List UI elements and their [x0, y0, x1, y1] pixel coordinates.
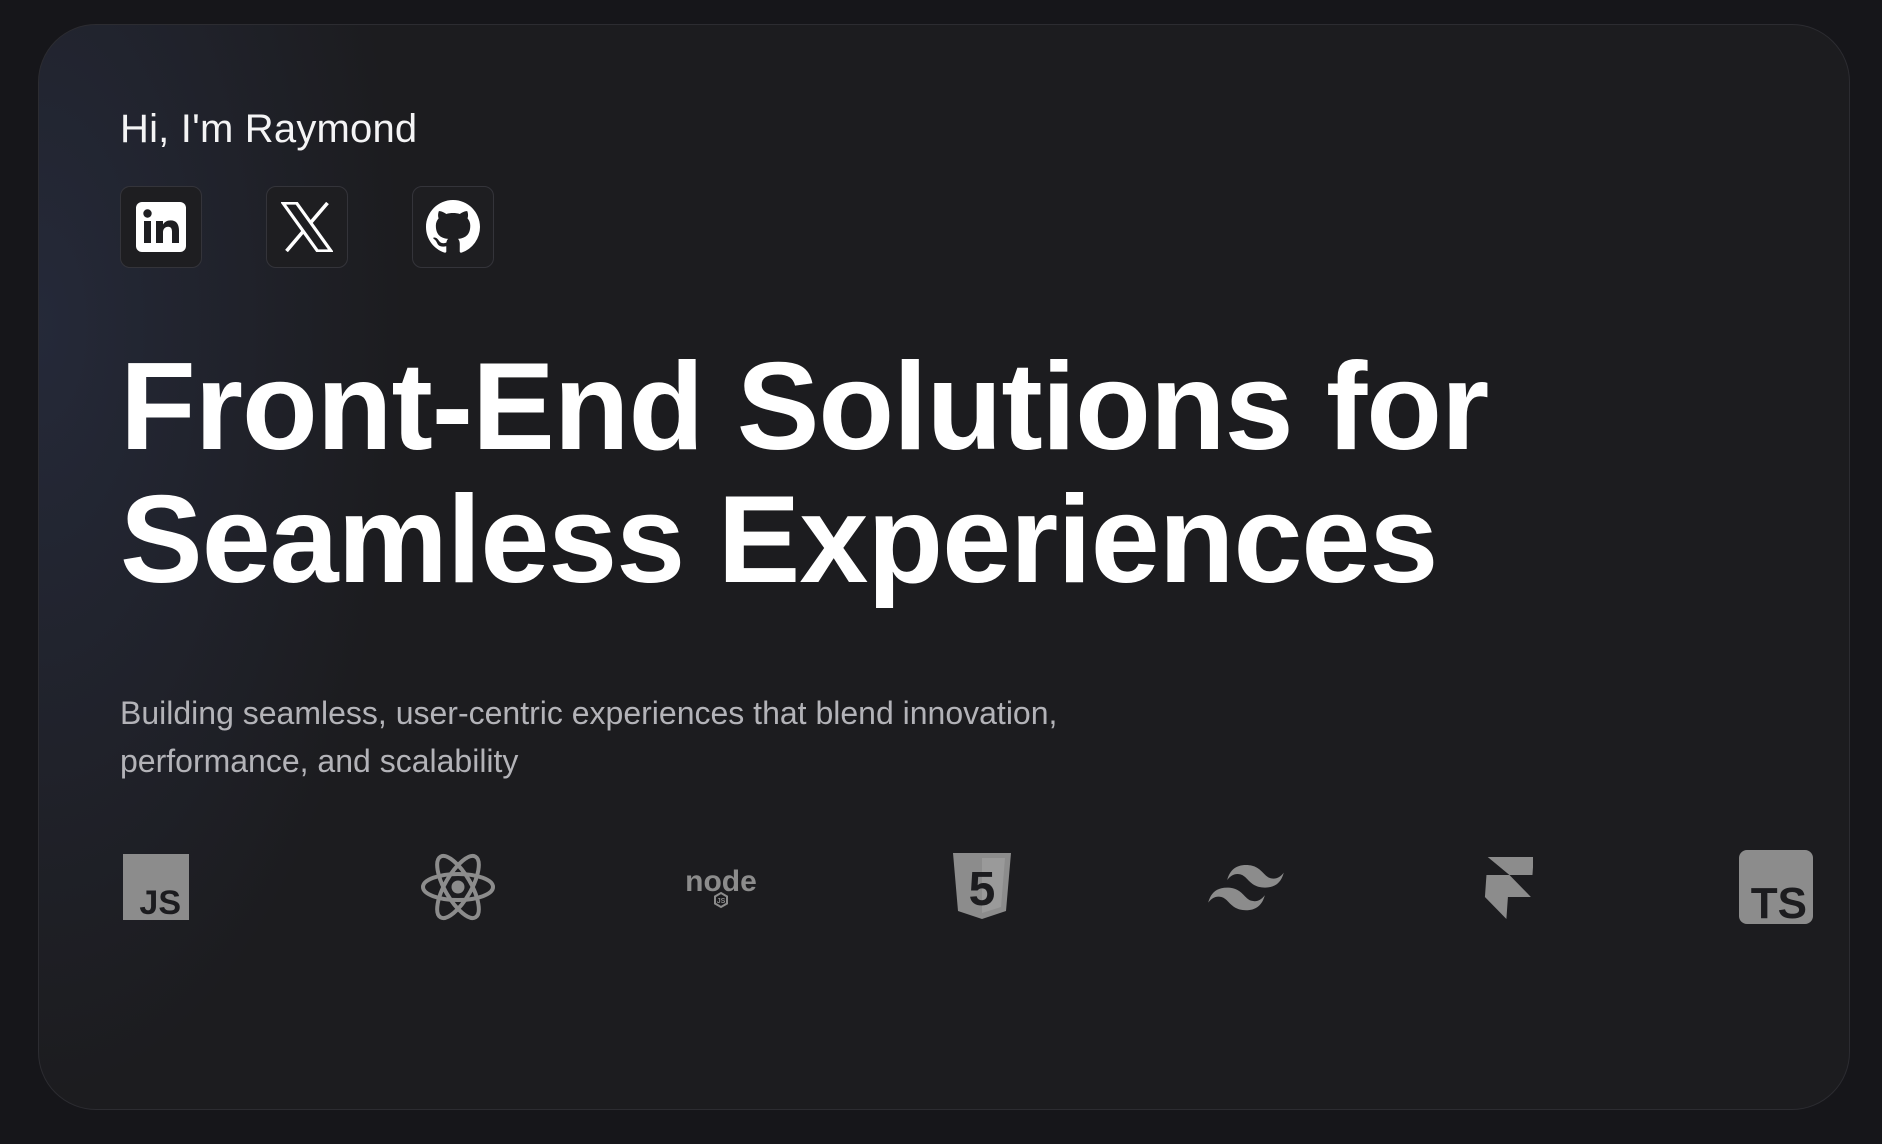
github-link[interactable] [412, 186, 494, 268]
nodejs-icon: node JS [681, 847, 761, 927]
react-icon [420, 847, 496, 927]
html5-icon: 5 [952, 847, 1012, 927]
javascript-label: JS [139, 884, 181, 920]
social-links [120, 186, 494, 268]
tailwind-icon [1208, 847, 1284, 927]
linkedin-icon [135, 201, 187, 253]
subtitle-line-2: performance, and scalability [120, 743, 519, 779]
typescript-label: TS [1751, 879, 1807, 924]
linkedin-link[interactable] [120, 186, 202, 268]
hero-card: Hi, I'm Raymond Front-End Solutions for … [38, 24, 1850, 1110]
x-link[interactable] [266, 186, 348, 268]
typescript-icon: TS [1738, 847, 1814, 927]
html5-label: 5 [969, 863, 996, 916]
github-icon [426, 200, 480, 254]
svg-text:JS: JS [717, 898, 726, 905]
headline: Front-End Solutions for Seamless Experie… [120, 341, 1620, 607]
subtitle-line-1: Building seamless, user-centric experien… [120, 695, 1058, 731]
greeting: Hi, I'm Raymond [120, 107, 418, 151]
x-icon [281, 202, 333, 252]
subtitle: Building seamless, user-centric experien… [120, 689, 1120, 785]
headline-line-2: Seamless Experiences [120, 471, 1438, 609]
framer-icon [1482, 847, 1534, 927]
headline-line-1: Front-End Solutions for [120, 338, 1489, 476]
tech-stack: JS node JS 5 TS [120, 847, 1814, 927]
javascript-icon: JS [123, 847, 189, 927]
